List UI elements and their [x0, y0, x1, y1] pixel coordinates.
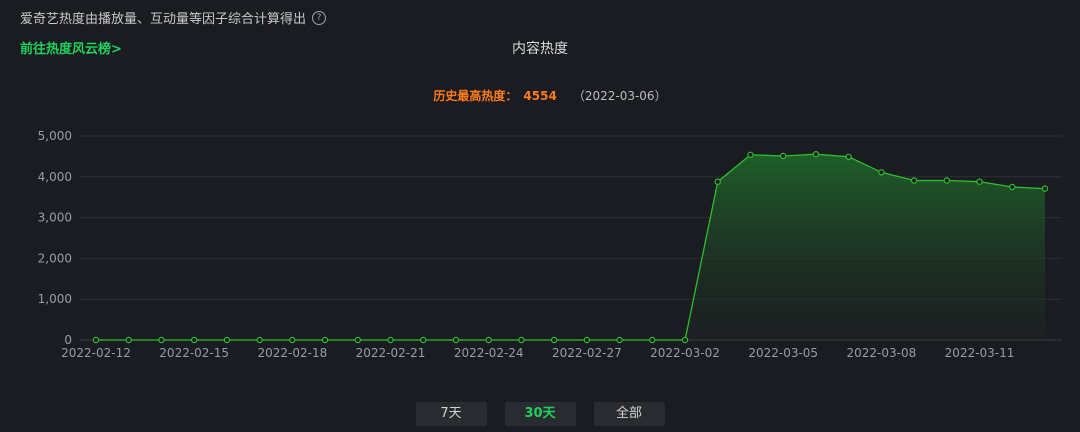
peak-info: 历史最高热度： 4554 （2022-03-06） — [0, 87, 1080, 104]
data-point[interactable] — [223, 336, 231, 344]
x-tick-label: 2022-02-27 — [552, 346, 622, 360]
data-point[interactable] — [387, 336, 394, 344]
peak-label: 历史最高热度： — [433, 89, 518, 103]
data-point[interactable] — [256, 336, 263, 344]
data-point[interactable] — [878, 169, 885, 176]
data-point[interactable] — [1009, 183, 1016, 191]
heat-chart: 01,0002,0003,0004,0005,000 2022-02-12 202… — [38, 129, 1062, 360]
x-tick-label: 2022-02-21 — [356, 346, 426, 360]
data-point[interactable] — [321, 336, 329, 344]
x-tick-label: 2022-02-12 — [61, 346, 131, 360]
data-point[interactable] — [714, 178, 721, 185]
data-point[interactable] — [354, 336, 361, 344]
data-point[interactable] — [681, 336, 689, 344]
data-point[interactable] — [1041, 185, 1049, 192]
data-point[interactable] — [583, 336, 591, 344]
range-buttons: 7天 30天 全部 — [0, 402, 1080, 426]
x-tick-label: 2022-02-24 — [454, 346, 524, 360]
y-tick-label: 0 — [64, 333, 72, 347]
data-point[interactable] — [92, 336, 100, 344]
data-point[interactable] — [812, 150, 820, 158]
data-point[interactable] — [943, 177, 951, 184]
data-point[interactable] — [518, 336, 525, 344]
y-tick-label: 4,000 — [38, 170, 72, 184]
data-point[interactable] — [747, 151, 754, 158]
data-point[interactable] — [649, 336, 656, 344]
y-tick-label: 3,000 — [38, 211, 72, 225]
area-fill — [685, 154, 1045, 340]
y-tick-label: 5,000 — [38, 129, 72, 143]
peak-date: （2022-03-06） — [572, 89, 667, 103]
x-tick-label: 2022-03-05 — [748, 346, 818, 360]
data-point[interactable] — [485, 336, 492, 344]
info-row: 爱奇艺热度由播放量、互动量等因子综合计算得出 ? — [20, 8, 327, 27]
question-circle-icon[interactable]: ? — [312, 10, 327, 25]
data-point[interactable] — [910, 177, 918, 184]
data-point[interactable] — [125, 336, 132, 344]
data-point[interactable] — [550, 336, 558, 344]
data-point[interactable] — [780, 152, 787, 160]
y-axis: 0 1,000 2,000 3,000 4,000 5,000 — [38, 129, 72, 347]
chart-title: 内容热度 — [512, 41, 568, 57]
x-tick-label: 2022-03-11 — [945, 346, 1015, 360]
range-all-button[interactable]: 全部 — [593, 402, 665, 426]
info-text: 爱奇艺热度由播放量、互动量等因子综合计算得出 — [20, 12, 307, 27]
data-point[interactable] — [616, 336, 623, 344]
data-point[interactable] — [420, 336, 427, 344]
data-point[interactable] — [976, 178, 983, 185]
x-tick-label: 2022-03-08 — [847, 346, 917, 360]
x-tick-label: 2022-03-02 — [650, 346, 720, 360]
x-tick-label: 2022-02-18 — [257, 346, 327, 360]
range-7d-button[interactable]: 7天 — [415, 402, 487, 426]
y-tick-label: 2,000 — [38, 251, 72, 265]
data-point[interactable] — [845, 153, 852, 161]
range-30d-button[interactable]: 30天 — [504, 402, 576, 426]
data-point[interactable] — [289, 336, 296, 344]
x-axis: 2022-02-12 2022-02-15 2022-02-18 2022-02-21… — [61, 346, 1014, 360]
data-point[interactable] — [190, 336, 198, 344]
peak-value: 4554 — [523, 89, 557, 103]
data-point[interactable] — [158, 336, 165, 344]
data-point[interactable] — [452, 336, 460, 344]
x-tick-label: 2022-02-15 — [159, 346, 229, 360]
y-tick-label: 1,000 — [38, 292, 72, 306]
